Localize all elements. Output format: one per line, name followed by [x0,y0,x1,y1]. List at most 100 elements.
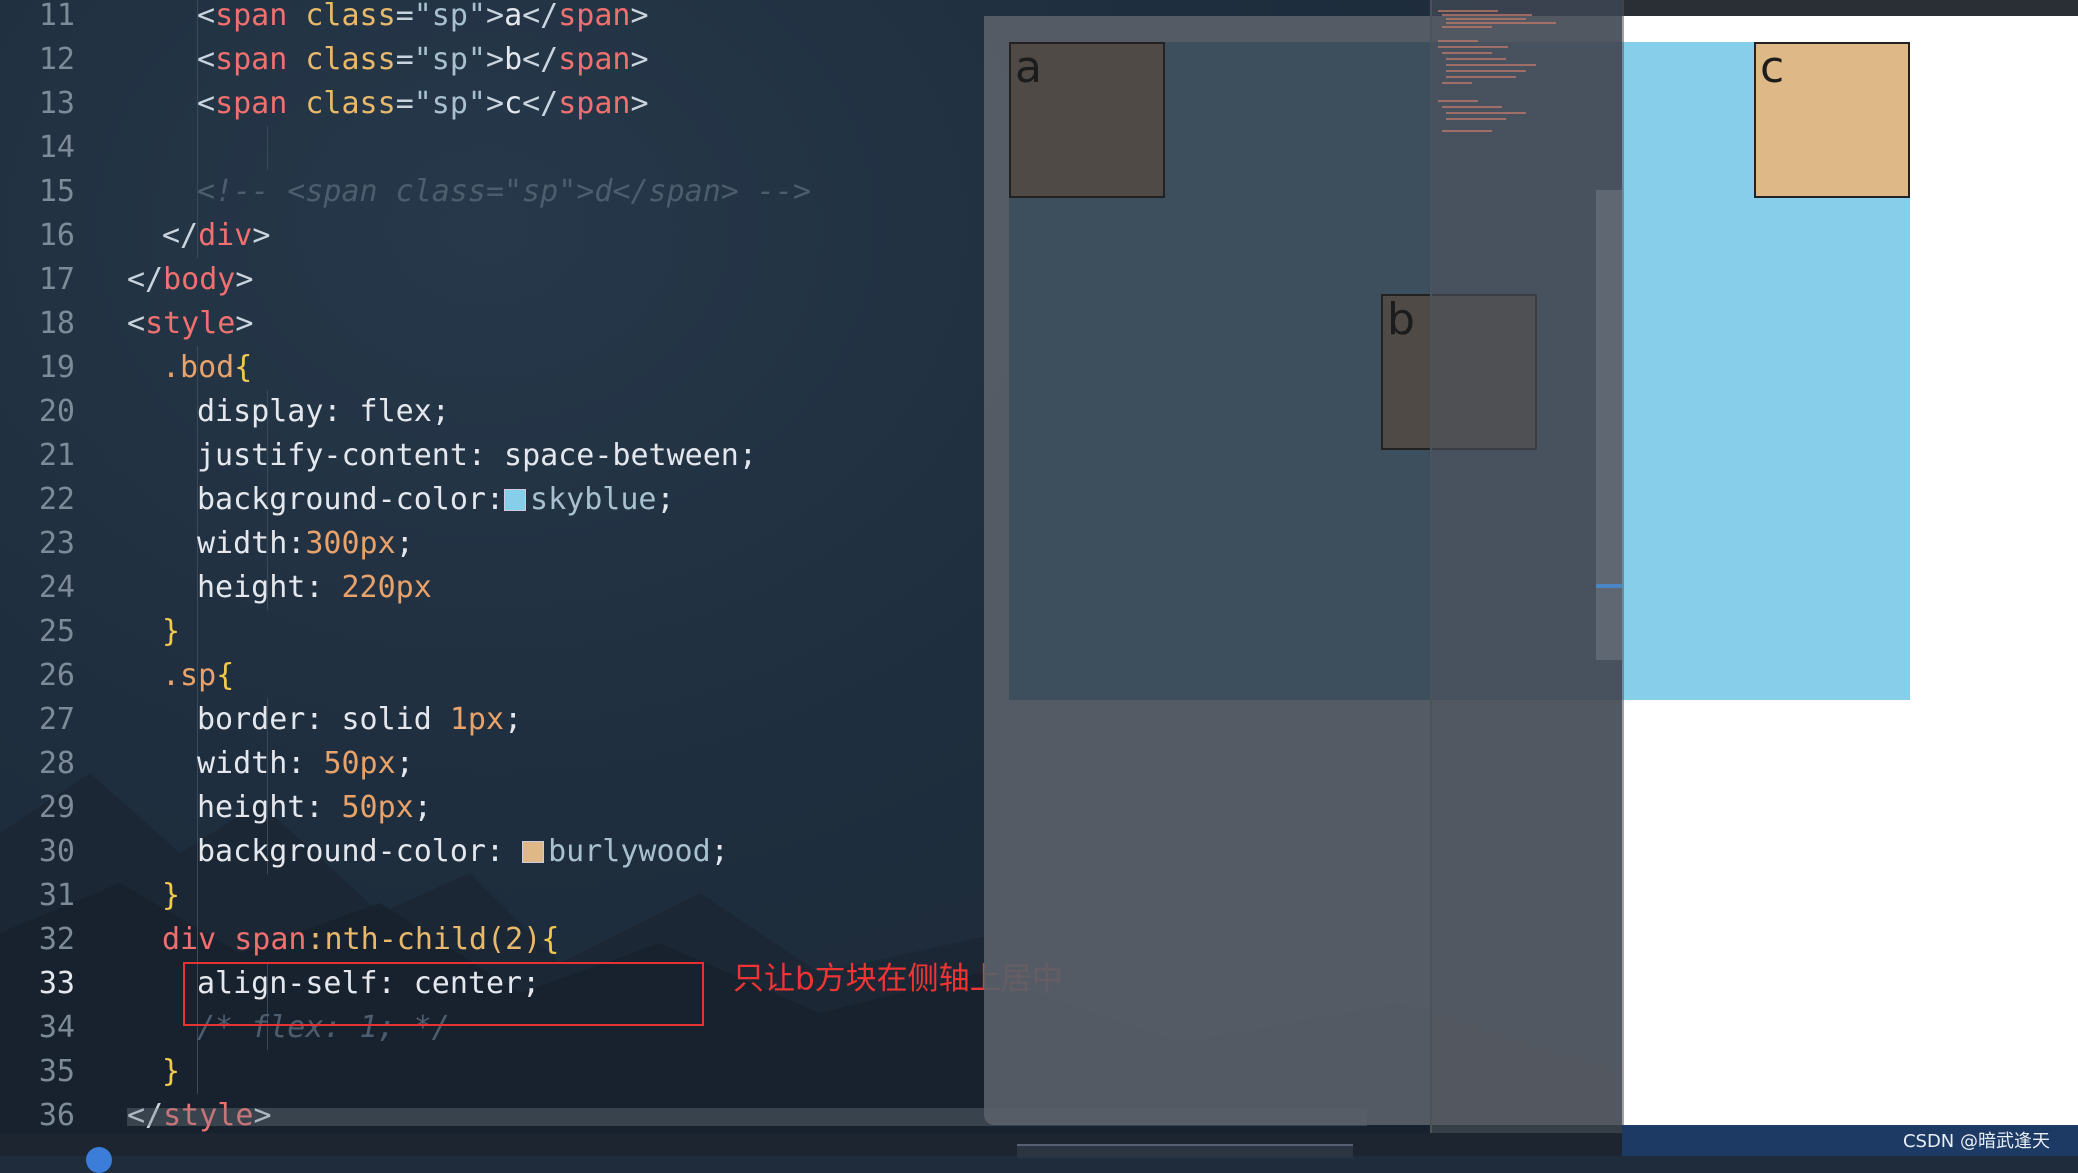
line-number: 26 [38,658,75,693]
code-token: 50px [323,746,396,781]
code-token: <!-- <span class="sp">d</span> --> [197,174,812,209]
code-text: border: solid 1px; [197,698,522,742]
flex-box-a: a [1009,42,1165,198]
line-number: 36 [38,1098,75,1133]
code-token: ; [395,526,414,561]
code-token: div [198,218,253,253]
line-number: 29 [38,790,75,825]
minimap-line [1442,14,1532,16]
minimap-line [1438,46,1508,48]
code-token: < [127,306,146,341]
code-token: > [235,262,254,297]
code-token: 220px [341,570,432,605]
code-token: style [145,306,236,341]
code-token: 1px [449,702,505,737]
code-text: } [162,874,180,918]
code-token: = [395,42,414,77]
code-token: display: flex; [197,394,450,429]
line-number: 11 [38,0,75,33]
preview-top-bar [1622,0,2078,16]
code-token: } [162,878,181,913]
code-token: 300px [305,526,396,561]
code-token: = [395,0,414,33]
line-number: 22 [38,482,75,517]
code-text: <span class="sp">a</span> [197,0,649,38]
color-swatch-icon[interactable] [522,841,545,863]
minimap[interactable] [1430,0,1624,1133]
line-number: 27 [38,702,75,737]
code-token: span [234,922,307,957]
indent-guide [197,874,198,918]
line-number: 18 [38,306,75,341]
code-token: < [197,86,216,121]
code-text: justify-content: space-between; [197,434,757,478]
code-token: width: [197,746,324,781]
line-number: 21 [38,438,75,473]
code-token: ; [413,790,432,825]
minimap-line [1442,52,1492,54]
code-token: > [252,218,271,253]
code-token: span [558,86,631,121]
code-token: > [486,0,505,33]
code-text: height: 50px; [197,786,432,830]
code-text: </div> [162,214,270,258]
code-token: b [504,42,523,77]
code-token: body [163,262,236,297]
code-token: </ [522,42,559,77]
code-text: <span class="sp">c</span> [197,82,649,126]
code-token: > [486,86,505,121]
code-text: .sp{ [162,654,234,698]
minimap-line [1438,100,1478,102]
code-token: </ [162,218,199,253]
status-icon[interactable] [86,1147,112,1173]
color-swatch-icon[interactable] [504,489,527,511]
minimap-line [1446,76,1516,78]
code-token: </ [522,86,559,121]
code-token: burlywood [548,834,711,869]
code-text: } [162,610,180,654]
code-token: { [541,922,560,957]
code-text: .bod{ [162,346,252,390]
minimap-line [1438,10,1498,12]
minimap-line [1446,70,1526,72]
code-token: div [162,922,217,957]
minimap-line [1442,26,1492,28]
code-token: { [216,658,235,693]
minimap-line [1446,58,1506,60]
code-token: > [630,0,649,33]
code-token: width: [197,526,306,561]
code-token: < [197,0,216,33]
line-number: 25 [38,614,75,649]
line-number: 20 [38,394,75,429]
code-token: .sp [162,658,217,693]
line-number: 23 [38,526,75,561]
code-token: height: [197,790,342,825]
code-token: span [558,0,631,33]
indent-guide [197,610,198,654]
line-number: 14 [38,130,75,165]
code-token: height: [197,570,342,605]
line-number: 16 [38,218,75,253]
code-text: <span class="sp">b</span> [197,38,649,82]
line-number: 24 [38,570,75,605]
code-text: width: 50px; [197,742,414,786]
code-token: > [630,86,649,121]
code-token: ; [656,482,675,517]
code-token: } [162,614,181,649]
code-text: display: flex; [197,390,450,434]
minimap-line [1446,112,1526,114]
code-token: span [558,42,631,77]
code-text: background-color: burlywood; [197,830,729,874]
code-token: border: solid [197,702,450,737]
minimap-line [1446,64,1536,66]
line-number: 19 [38,350,75,385]
code-token: span [215,0,288,33]
code-token: class [287,86,396,121]
minimap-line [1442,82,1472,84]
code-token: > [235,306,254,341]
code-token: class [287,42,396,77]
line-number: 35 [38,1054,75,1089]
minimap-scrollbar[interactable] [1596,190,1622,660]
code-token: > [630,42,649,77]
